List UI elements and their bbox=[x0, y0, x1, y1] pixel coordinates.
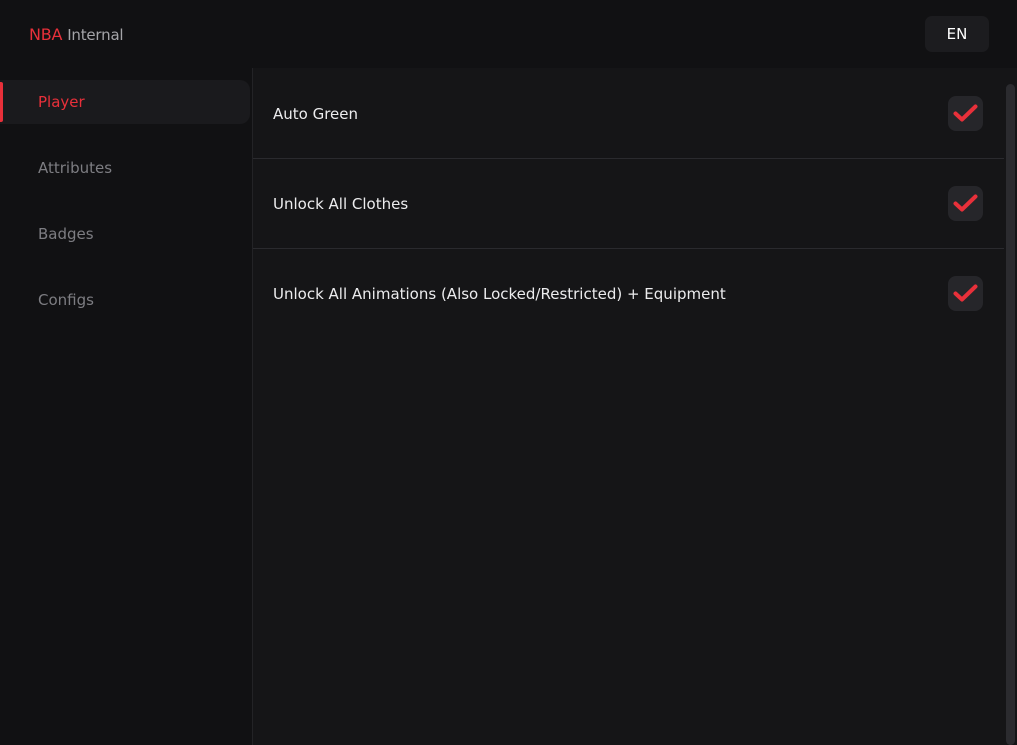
auto-green-checkbox[interactable] bbox=[948, 96, 983, 131]
sidebar-item-badges[interactable]: Badges bbox=[0, 212, 250, 256]
option-row-unlock-animations: Unlock All Animations (Also Locked/Restr… bbox=[253, 248, 1004, 338]
sidebar-item-label: Configs bbox=[38, 291, 94, 309]
sidebar-item-player[interactable]: Player bbox=[0, 80, 250, 124]
active-indicator bbox=[0, 82, 3, 122]
sidebar-item-label: Badges bbox=[38, 225, 94, 243]
sidebar-item-configs[interactable]: Configs bbox=[0, 278, 250, 322]
unlock-clothes-checkbox[interactable] bbox=[948, 186, 983, 221]
sidebar-item-label: Attributes bbox=[38, 159, 113, 177]
language-button[interactable]: EN bbox=[925, 16, 989, 52]
checkmark-icon bbox=[953, 104, 978, 122]
brand-accent-text: NBA bbox=[29, 25, 63, 44]
app-window: NBA Internal EN Player Attributes Badges… bbox=[0, 0, 1017, 745]
app-logo: NBA Internal bbox=[29, 25, 124, 45]
checkmark-icon bbox=[953, 194, 978, 212]
sidebar-item-label: Player bbox=[38, 93, 85, 111]
brand-rest-text: Internal bbox=[67, 26, 124, 44]
option-label: Unlock All Clothes bbox=[273, 195, 409, 213]
header-bar: NBA Internal EN bbox=[0, 0, 1017, 68]
option-label: Unlock All Animations (Also Locked/Restr… bbox=[273, 285, 726, 303]
sidebar: Player Attributes Badges Configs bbox=[0, 68, 252, 745]
options-panel: Auto Green Unlock All Clothes Unlock All… bbox=[252, 68, 1017, 745]
option-row-auto-green: Auto Green bbox=[253, 68, 1004, 159]
option-label: Auto Green bbox=[273, 105, 359, 123]
option-row-unlock-clothes: Unlock All Clothes bbox=[253, 158, 1004, 249]
scrollbar[interactable] bbox=[1006, 84, 1015, 745]
checkmark-icon bbox=[953, 284, 978, 302]
unlock-animations-checkbox[interactable] bbox=[948, 276, 983, 311]
sidebar-item-attributes[interactable]: Attributes bbox=[0, 146, 250, 190]
